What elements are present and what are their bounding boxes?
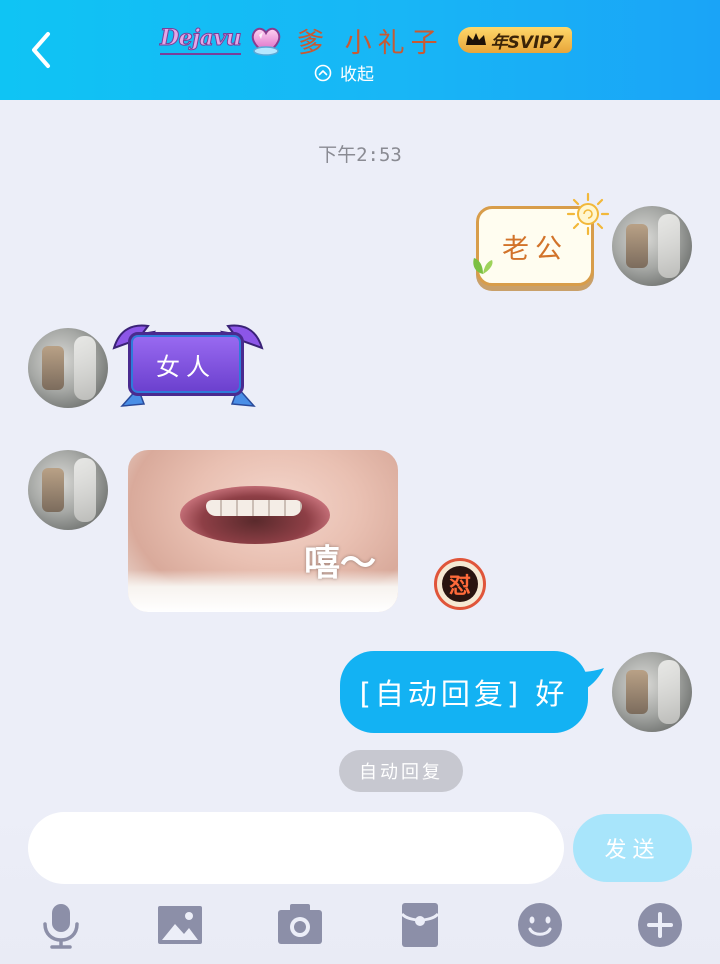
contact-avatar[interactable] (28, 450, 108, 530)
collapse-up-icon (314, 64, 332, 81)
reaction-badge[interactable]: 怼 (434, 558, 486, 610)
collapse-toggle[interactable]: 收起 (314, 60, 374, 85)
sticker-bubble-nvren-frame: 女人 (108, 318, 268, 410)
message-timestamp: 下午2:53 (318, 144, 402, 166)
input-bar: 发送 (0, 796, 720, 964)
auto-reply-tag: 自动回复 (339, 750, 463, 792)
back-button[interactable] (22, 28, 62, 72)
plus-icon[interactable] (635, 900, 685, 950)
microphone-icon[interactable] (36, 900, 86, 950)
reaction-glyph: 怼 (442, 566, 478, 602)
chevron-left-icon (32, 32, 50, 68)
picture-icon[interactable] (155, 900, 205, 950)
title-row: Dejavu 爹 小礼子 年SVIP7 (159, 18, 572, 62)
text-bubble-auto-reply[interactable]: [自动回复] 好 (340, 651, 588, 733)
red-packet-icon[interactable] (395, 900, 445, 950)
my-avatar[interactable] (612, 206, 692, 286)
crown-icon (465, 33, 486, 45)
heart-gem-icon[interactable] (247, 21, 285, 59)
dejavu-badge[interactable]: Dejavu (159, 25, 242, 55)
image-caption: 嘻～ (304, 543, 377, 584)
svip-label: 年SVIP7 (490, 32, 564, 53)
chat-header: Dejavu 爹 小礼子 年SVIP7 收起 (0, 0, 720, 100)
camera-icon[interactable] (275, 900, 325, 950)
my-avatar[interactable] (612, 652, 692, 732)
image-message[interactable]: 嘻～ (128, 450, 398, 612)
bubble-tail-icon (580, 668, 604, 690)
contact-name[interactable]: 爹 小礼子 (297, 21, 444, 60)
collapse-label: 收起 (340, 65, 374, 85)
emoji-icon[interactable] (515, 900, 565, 950)
contact-avatar[interactable] (28, 328, 108, 408)
sun-icon (566, 192, 610, 236)
leaf-icon (473, 258, 493, 274)
photo-teeth-shape (206, 500, 302, 516)
svip-badge[interactable]: 年SVIP7 (457, 27, 572, 53)
send-button[interactable]: 发送 (573, 814, 692, 882)
sticker-bubble-nvren[interactable]: 女人 (128, 332, 244, 396)
message-input[interactable] (28, 812, 564, 884)
